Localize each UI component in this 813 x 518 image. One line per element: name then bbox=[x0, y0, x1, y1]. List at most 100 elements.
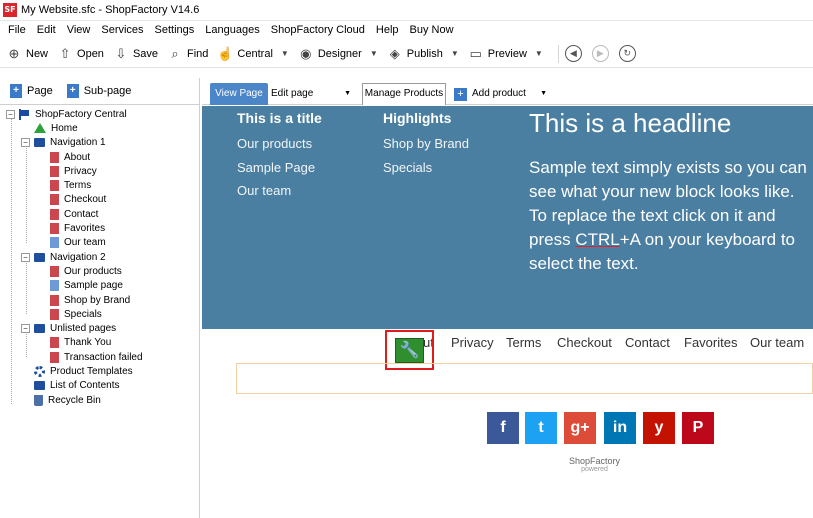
tree-item-list-of-contents[interactable]: List of Contents bbox=[0, 379, 199, 393]
plus-circle-icon: ⊕ bbox=[8, 45, 20, 61]
tree-item-thank-you[interactable]: Thank You bbox=[0, 336, 199, 350]
add-product-button[interactable]: + Add product ▼ bbox=[454, 83, 549, 105]
collapse-icon[interactable]: − bbox=[6, 109, 15, 119]
tree-item-specials[interactable]: Specials bbox=[0, 307, 199, 321]
collapse-icon[interactable]: − bbox=[21, 324, 30, 334]
add-subpage-button[interactable]: + Sub-page bbox=[66, 84, 131, 98]
menu-help[interactable]: Help bbox=[376, 24, 399, 36]
nav-link-our-team[interactable]: Our team bbox=[750, 335, 804, 350]
tree-label: Terms bbox=[64, 180, 92, 192]
nav-link-favorites[interactable]: Favorites bbox=[684, 335, 737, 350]
wrench-icon[interactable]: 🔧 bbox=[395, 338, 424, 363]
main-toolbar: ⊕ New ⇧ Open ⇩ Save ⌕ Find ☝ Central ▼ ◉ Design… bbox=[0, 40, 813, 68]
designer-button[interactable]: ◉ Designer ▼ bbox=[298, 46, 378, 62]
tree-label: List of Contents bbox=[50, 380, 120, 392]
tree-item-navigation-2[interactable]: − Navigation 2 bbox=[0, 250, 199, 264]
footer-link[interactable]: Our products bbox=[237, 136, 312, 151]
nav-link-contact[interactable]: Contact bbox=[625, 335, 670, 350]
site-tree-panel: + Page + Sub-page − ShopFactory Central Hom… bbox=[0, 78, 200, 518]
preview-button[interactable]: ▭ Preview ▼ bbox=[468, 46, 543, 62]
tree-item-sample-page[interactable]: Sample page bbox=[0, 279, 199, 293]
menu-bar: File Edit View Services Settings Languag… bbox=[0, 21, 813, 39]
new-button[interactable]: ⊕ New bbox=[6, 46, 48, 62]
collapse-icon[interactable]: − bbox=[21, 138, 30, 148]
tab-view-page[interactable]: View Page bbox=[210, 83, 268, 105]
menu-file[interactable]: File bbox=[8, 24, 26, 36]
publish-button[interactable]: ◈ Publish ▼ bbox=[387, 46, 459, 62]
chevron-down-icon[interactable]: ▼ bbox=[370, 49, 378, 58]
chevron-down-icon[interactable]: ▼ bbox=[281, 49, 289, 58]
folder-icon bbox=[34, 138, 45, 148]
page-icon bbox=[50, 351, 59, 363]
tree-item-terms[interactable]: Terms bbox=[0, 178, 199, 192]
tree-item-shopfactory-central[interactable]: − ShopFactory Central bbox=[0, 107, 199, 121]
tree-label: About bbox=[64, 151, 91, 163]
menu-shopfactory-cloud[interactable]: ShopFactory Cloud bbox=[271, 24, 365, 36]
back-arrow-icon[interactable]: ◀ bbox=[564, 45, 582, 62]
nav-link-privacy[interactable]: Privacy bbox=[451, 335, 494, 350]
tree-item-privacy[interactable]: Privacy bbox=[0, 164, 199, 178]
tree-item-about[interactable]: About bbox=[0, 150, 199, 164]
forward-arrow-icon[interactable]: ▶ bbox=[591, 45, 609, 62]
download-icon: ⇩ bbox=[115, 45, 127, 61]
chevron-down-icon[interactable]: ▼ bbox=[540, 83, 547, 105]
menu-languages[interactable]: Languages bbox=[205, 24, 259, 36]
tree-item-our-team[interactable]: Our team bbox=[0, 236, 199, 250]
linkedin-icon[interactable]: in bbox=[604, 412, 636, 444]
refresh-icon[interactable]: ↻ bbox=[618, 45, 636, 62]
google-plus-icon[interactable]: g+ bbox=[564, 412, 596, 444]
page-icon bbox=[50, 294, 59, 306]
tree-item-unlisted-pages[interactable]: − Unlisted pages bbox=[0, 321, 199, 335]
editable-block[interactable] bbox=[236, 363, 813, 394]
tree-item-navigation-1[interactable]: − Navigation 1 bbox=[0, 136, 199, 150]
nav-link-checkout[interactable]: Checkout bbox=[557, 335, 612, 350]
tab-manage-products[interactable]: Manage Products bbox=[362, 83, 446, 105]
chevron-down-icon[interactable]: ▼ bbox=[344, 83, 351, 105]
tree-item-favorites[interactable]: Favorites bbox=[0, 221, 199, 235]
footer-link[interactable]: Specials bbox=[383, 160, 432, 175]
nav-link-terms[interactable]: Terms bbox=[506, 335, 541, 350]
menu-buy-now[interactable]: Buy Now bbox=[410, 24, 454, 36]
toolbar-separator bbox=[557, 44, 559, 63]
collapse-icon[interactable]: − bbox=[21, 252, 30, 262]
chevron-down-icon[interactable]: ▼ bbox=[535, 49, 543, 58]
body-text-ctrl: CTRL bbox=[575, 230, 620, 249]
add-page-button[interactable]: + Page bbox=[10, 84, 53, 98]
page-icon bbox=[50, 180, 59, 192]
gear-icon bbox=[34, 365, 45, 377]
hero-block: This is a title Our products Sample Page… bbox=[202, 106, 813, 329]
tree-item-product-templates[interactable]: Product Templates bbox=[0, 364, 199, 378]
menu-services[interactable]: Services bbox=[101, 24, 143, 36]
footer-link[interactable]: Sample Page bbox=[237, 160, 315, 175]
page-icon bbox=[50, 265, 59, 277]
twitter-icon[interactable]: t bbox=[525, 412, 557, 444]
yelp-icon[interactable]: y bbox=[643, 412, 675, 444]
tree-item-transaction-failed[interactable]: Transaction failed bbox=[0, 350, 199, 364]
home-icon bbox=[34, 123, 46, 134]
tree-item-home[interactable]: Home bbox=[0, 121, 199, 135]
page-icon bbox=[50, 237, 59, 249]
headline[interactable]: This is a headline bbox=[529, 108, 731, 139]
tree-item-contact[interactable]: Contact bbox=[0, 207, 199, 221]
add-page-icon: + bbox=[10, 84, 22, 98]
menu-settings[interactable]: Settings bbox=[155, 24, 195, 36]
footer-link[interactable]: Our team bbox=[237, 183, 291, 198]
menu-view[interactable]: View bbox=[67, 24, 91, 36]
pinterest-icon[interactable]: P bbox=[682, 412, 714, 444]
menu-edit[interactable]: Edit bbox=[37, 24, 56, 36]
page-tools-bar: + Page + Sub-page bbox=[0, 78, 199, 105]
central-button[interactable]: ☝ Central ▼ bbox=[217, 46, 288, 62]
footer-link[interactable]: Shop by Brand bbox=[383, 136, 469, 151]
body-text[interactable]: Sample text simply exists so you can see… bbox=[529, 156, 811, 276]
find-button[interactable]: ⌕ Find bbox=[167, 46, 208, 62]
chevron-down-icon[interactable]: ▼ bbox=[451, 49, 459, 58]
facebook-icon[interactable]: f bbox=[487, 412, 519, 444]
tab-edit-page[interactable]: Edit page ▼ bbox=[271, 83, 355, 105]
save-button[interactable]: ⇩ Save bbox=[113, 46, 158, 62]
open-button[interactable]: ⇧ Open bbox=[57, 46, 104, 62]
central-label: Central bbox=[237, 47, 273, 60]
tree-item-our-products[interactable]: Our products bbox=[0, 264, 199, 278]
tree-item-shop-by-brand[interactable]: Shop by Brand bbox=[0, 293, 199, 307]
tree-item-recycle-bin[interactable]: Recycle Bin bbox=[0, 393, 199, 407]
tree-item-checkout[interactable]: Checkout bbox=[0, 193, 199, 207]
